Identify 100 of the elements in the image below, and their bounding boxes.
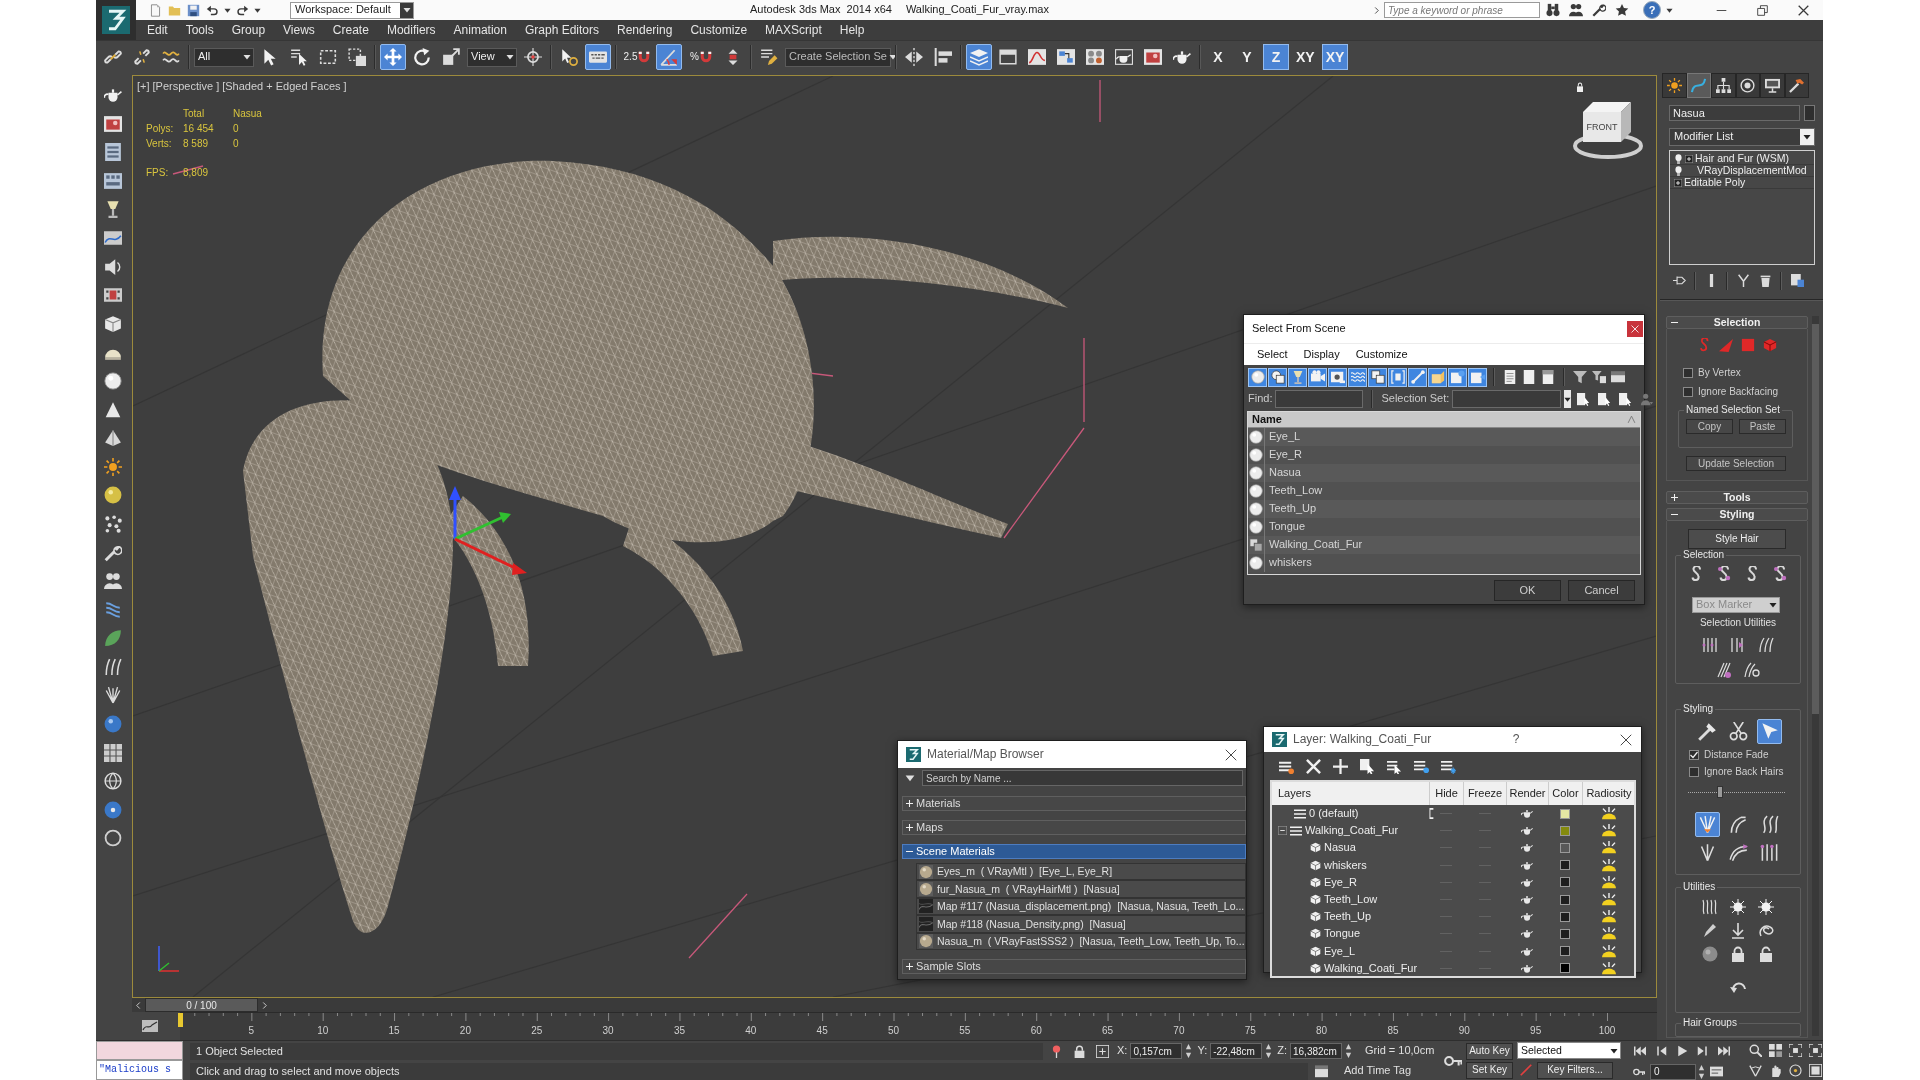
layer-row[interactable]: Tongue bbox=[1272, 925, 1634, 943]
swatch-icon[interactable] bbox=[1560, 946, 1570, 957]
axis-constraint-button[interactable]: Y bbox=[1234, 44, 1260, 70]
checkbox[interactable] bbox=[1683, 368, 1693, 378]
swatch-icon[interactable] bbox=[1560, 894, 1570, 905]
material-row[interactable]: Eyes_m ( VRayMtl ) [Eye_L, Eye_R] bbox=[916, 863, 1246, 881]
filter-toggle[interactable] bbox=[1348, 367, 1367, 387]
spinner-arrows-icon[interactable] bbox=[1345, 1044, 1352, 1058]
list-row[interactable]: Teeth_Up bbox=[1248, 500, 1640, 518]
dropdown-button[interactable] bbox=[1564, 390, 1572, 408]
help-button[interactable]: ? bbox=[1508, 732, 1524, 747]
swatch-icon[interactable] bbox=[1560, 928, 1570, 939]
filter-toggle[interactable] bbox=[1388, 367, 1407, 387]
time-slider-thumb[interactable]: 0 / 100 bbox=[145, 998, 258, 1012]
layer-row[interactable]: Teeth_Up bbox=[1272, 908, 1634, 926]
axis-constraint-button[interactable]: XY bbox=[1292, 44, 1319, 70]
square-frame-button[interactable] bbox=[1806, 1061, 1823, 1080]
menu-item[interactable]: Select bbox=[1249, 347, 1296, 362]
swatch-icon[interactable] bbox=[1560, 877, 1570, 888]
search-field[interactable]: Type a keyword or phrase bbox=[1384, 2, 1540, 18]
search-field[interactable]: Search by Name ... bbox=[922, 770, 1243, 786]
coordinate-field[interactable]: 0,157cm bbox=[1130, 1043, 1183, 1059]
swatch-icon[interactable] bbox=[1560, 911, 1570, 922]
key-filters-button[interactable]: Key Filters... bbox=[1537, 1061, 1613, 1079]
spinner-arrows-icon[interactable] bbox=[1698, 1064, 1705, 1079]
frame-corners-button[interactable] bbox=[1786, 1041, 1804, 1060]
checkbox[interactable] bbox=[1683, 387, 1693, 397]
menu-item[interactable]: Edit bbox=[138, 20, 177, 40]
spinner-arrows-icon[interactable] bbox=[1185, 1044, 1193, 1058]
swatch-icon[interactable] bbox=[1560, 963, 1570, 974]
checkbox[interactable] bbox=[1689, 767, 1699, 777]
layer-row[interactable]: Walking_Coati_Fur bbox=[1272, 822, 1634, 840]
viewport-menu-label[interactable]: [+] bbox=[137, 80, 150, 94]
menu-item[interactable]: Modifiers bbox=[377, 20, 445, 40]
viewport-menu-label[interactable]: [Shaded + Edged Faces ] bbox=[222, 80, 347, 94]
layer-row[interactable]: Eye_R bbox=[1272, 873, 1634, 891]
list-row[interactable]: Nasua bbox=[1248, 464, 1640, 482]
dialog-button[interactable]: Paste bbox=[1739, 419, 1786, 434]
transform-gizmo[interactable] bbox=[449, 486, 527, 575]
time-slider-track[interactable]: 0 / 100 bbox=[132, 998, 1657, 1012]
filter-toggle[interactable] bbox=[1288, 367, 1307, 387]
magnet-button[interactable]: 2.5 bbox=[621, 44, 653, 70]
filter-toggle[interactable] bbox=[1268, 367, 1287, 387]
stack-item[interactable]: VRayDisplacementMod bbox=[1670, 165, 1814, 177]
material-row[interactable]: fur_Nasua_m ( VRayHairMtl ) [Nasua] bbox=[916, 880, 1246, 898]
swatch-icon[interactable] bbox=[1560, 825, 1570, 836]
close-button[interactable] bbox=[1224, 747, 1238, 762]
selection-set-field[interactable] bbox=[1452, 390, 1562, 408]
menu-item[interactable]: Customize bbox=[1347, 347, 1416, 362]
menu-item[interactable]: Group bbox=[222, 20, 275, 40]
menu-item[interactable]: Customize bbox=[681, 20, 757, 40]
swatch-icon[interactable] bbox=[1560, 860, 1570, 871]
layer-row[interactable]: Teeth_Low bbox=[1272, 890, 1634, 909]
axis-constraint-button[interactable]: X bbox=[1205, 44, 1231, 70]
layer-row[interactable]: 0 (default) bbox=[1272, 805, 1634, 823]
filter-toggle[interactable] bbox=[1428, 367, 1447, 387]
stacked-rectangles-button[interactable] bbox=[1788, 271, 1806, 290]
list-row[interactable]: Walking_Coati_Fur bbox=[1248, 536, 1640, 554]
menu-item[interactable]: Rendering bbox=[608, 20, 682, 40]
panel-tab[interactable] bbox=[1735, 73, 1760, 98]
ring-dot-button[interactable] bbox=[1786, 1061, 1804, 1080]
filter-toggle[interactable] bbox=[1368, 367, 1387, 387]
style-hair-button[interactable]: Style Hair bbox=[1688, 529, 1786, 549]
checkbox[interactable] bbox=[1689, 750, 1699, 760]
coordinate-field[interactable]: -22,48cm bbox=[1210, 1043, 1263, 1059]
angle-button[interactable] bbox=[656, 44, 682, 70]
dropdown[interactable]: View bbox=[467, 47, 517, 67]
lines-dot-button[interactable] bbox=[1413, 758, 1429, 774]
workspace-dropdown[interactable]: Workspace: Default bbox=[290, 1, 414, 19]
viewport-menu-label[interactable]: [Perspective ] bbox=[152, 80, 220, 94]
filter-toggle[interactable] bbox=[1448, 367, 1467, 387]
menu-item[interactable]: Tools bbox=[176, 20, 223, 40]
panel-tab[interactable] bbox=[1686, 73, 1711, 98]
column-header[interactable]: Color bbox=[1548, 782, 1582, 805]
magnet-button[interactable]: % bbox=[685, 44, 717, 70]
track-bar[interactable]: 5 10 15 20 25 30 35 40 45 50 55 60 65 70 75 80 85 90 95 100 bbox=[180, 1012, 1657, 1040]
column-header[interactable]: Radiosity bbox=[1582, 782, 1635, 805]
plus-button[interactable] bbox=[1332, 758, 1348, 774]
time-tag-button[interactable]: Add Time Tag bbox=[1344, 1064, 1412, 1078]
document-cursor-button[interactable] bbox=[1359, 758, 1375, 774]
modifier-list-dropdown[interactable]: Modifier List bbox=[1669, 128, 1815, 146]
filter-toggle[interactable] bbox=[1468, 367, 1487, 387]
delete-button[interactable] bbox=[1305, 758, 1321, 774]
rollout-header[interactable]: Tools bbox=[1666, 491, 1808, 504]
menu-item[interactable]: Help bbox=[830, 20, 874, 40]
menu-item[interactable]: Create bbox=[323, 20, 378, 40]
script-output-field[interactable]: "Malicious s bbox=[96, 1060, 183, 1080]
close-button[interactable] bbox=[1619, 732, 1633, 747]
group-header[interactable]: Maps bbox=[902, 820, 1246, 835]
slider-track[interactable] bbox=[1688, 786, 1785, 798]
view-cube[interactable]: FRONT bbox=[1571, 92, 1645, 162]
panel-tab[interactable] bbox=[1784, 73, 1809, 98]
set-key-button[interactable]: Set Key bbox=[1466, 1061, 1513, 1079]
filter-toggle[interactable] bbox=[1408, 367, 1427, 387]
slider-thumb[interactable] bbox=[1717, 786, 1724, 798]
menu-item[interactable]: Animation bbox=[444, 20, 516, 40]
auto-key-button[interactable]: Auto Key bbox=[1466, 1042, 1513, 1060]
layer-row[interactable]: Walking_Coati_Fur bbox=[1272, 959, 1634, 977]
column-header[interactable]: Render bbox=[1506, 782, 1548, 805]
panel-tab[interactable] bbox=[1711, 73, 1736, 98]
